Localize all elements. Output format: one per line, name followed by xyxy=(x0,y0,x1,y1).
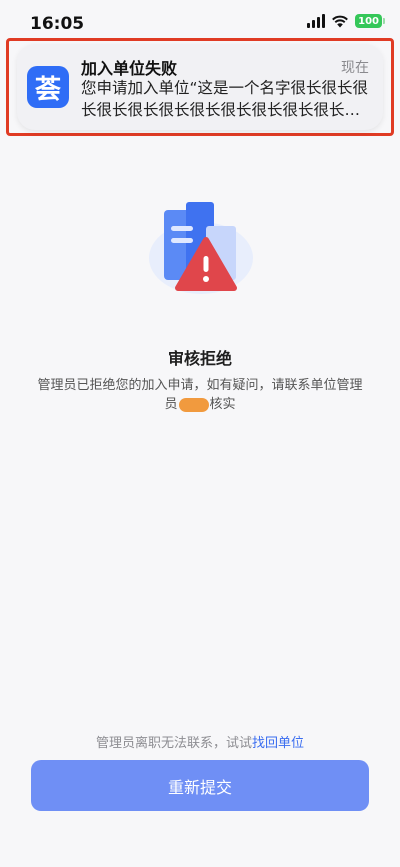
wifi-icon xyxy=(332,15,349,28)
rejected-building-icon xyxy=(149,202,253,294)
battery-icon: 100 xyxy=(355,14,385,28)
recover-unit-link[interactable]: 找回单位 xyxy=(252,736,304,751)
notification-highlight: 荟 加入单位失败 现在 您申请加入单位“这是一个名字很长很长很长很长很长很长很长… xyxy=(6,38,394,136)
status-time: 16:05 xyxy=(30,14,85,34)
notification-time: 现在 xyxy=(341,60,369,76)
help-text: 管理员离职无法联系，试试 xyxy=(95,736,252,751)
result-desc-line1: 管理员已拒绝您的加入申请，如有疑问，请联系单位管理 xyxy=(37,378,363,393)
result-desc-line2-prefix: 员 xyxy=(164,397,178,412)
resubmit-button[interactable]: 重新提交 xyxy=(31,760,369,811)
result-desc-line2-suffix: 核实 xyxy=(209,397,236,412)
notification-banner[interactable]: 荟 加入单位失败 现在 您申请加入单位“这是一个名字很长很长很长很长很长很长很长… xyxy=(17,44,383,130)
notification-body: 您申请加入单位“这是一个名字很长很长很长很长很长很长很长很长很长很长很长很长 xyxy=(81,79,369,119)
cellular-signal-icon xyxy=(307,14,326,28)
notification-title: 加入单位失败 xyxy=(81,59,178,78)
status-bar: 16:05 100 xyxy=(0,0,400,40)
result-title: 审核拒绝 xyxy=(167,349,232,368)
help-line: 管理员离职无法联系，试试找回单位 xyxy=(0,732,400,751)
app-icon: 荟 xyxy=(27,66,69,108)
result-description: 管理员已拒绝您的加入申请，如有疑问，请联系单位管理 员 核实 xyxy=(18,376,382,414)
status-icons: 100 xyxy=(307,14,385,28)
redacted-contact-blob xyxy=(178,397,209,412)
